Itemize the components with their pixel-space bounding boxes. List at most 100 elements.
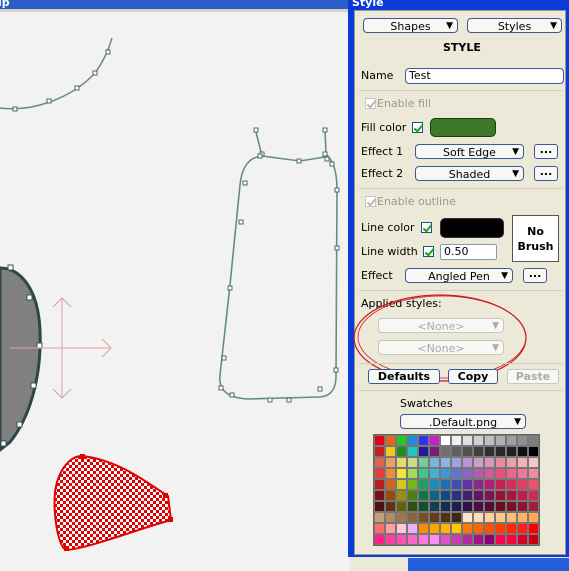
color-swatch[interactable] (374, 435, 385, 446)
color-swatch[interactable] (418, 457, 429, 468)
color-swatch[interactable] (429, 468, 440, 479)
color-swatch[interactable] (407, 479, 418, 490)
line-color-checkbox[interactable] (421, 222, 432, 233)
color-swatch[interactable] (407, 534, 418, 545)
color-swatch[interactable] (396, 457, 407, 468)
color-swatch[interactable] (407, 490, 418, 501)
color-swatch[interactable] (396, 479, 407, 490)
color-swatch[interactable] (385, 446, 396, 457)
color-swatch[interactable] (495, 534, 506, 545)
outline-effect-dropdown[interactable]: Angled Pen ▼ (405, 268, 513, 283)
color-swatch[interactable] (374, 501, 385, 512)
color-swatch[interactable] (506, 490, 517, 501)
color-swatch[interactable] (517, 435, 528, 446)
color-swatch[interactable] (484, 501, 495, 512)
color-swatch[interactable] (495, 512, 506, 523)
color-swatch[interactable] (407, 457, 418, 468)
color-swatch[interactable] (374, 534, 385, 545)
color-swatch[interactable] (440, 435, 451, 446)
color-swatch[interactable] (374, 446, 385, 457)
color-swatch[interactable] (473, 512, 484, 523)
paste-button[interactable]: Paste (507, 369, 559, 384)
color-swatch[interactable] (429, 501, 440, 512)
color-swatch[interactable] (440, 457, 451, 468)
color-swatch[interactable] (429, 479, 440, 490)
color-swatch[interactable] (451, 446, 462, 457)
color-swatch[interactable] (462, 501, 473, 512)
color-swatch[interactable] (462, 534, 473, 545)
color-swatch[interactable] (484, 523, 495, 534)
color-swatch[interactable] (495, 490, 506, 501)
color-swatch[interactable] (517, 512, 528, 523)
color-swatch[interactable] (407, 523, 418, 534)
color-swatch[interactable] (418, 446, 429, 457)
color-swatch[interactable] (396, 512, 407, 523)
color-swatch[interactable] (396, 534, 407, 545)
color-swatch[interactable] (495, 468, 506, 479)
color-swatch[interactable] (451, 512, 462, 523)
color-swatch[interactable] (429, 512, 440, 523)
color-swatch[interactable] (495, 435, 506, 446)
color-swatch[interactable] (418, 523, 429, 534)
effect1-dropdown[interactable]: Soft Edge ▼ (415, 144, 524, 159)
color-swatch[interactable] (484, 468, 495, 479)
color-swatch[interactable] (385, 490, 396, 501)
color-swatch[interactable] (440, 490, 451, 501)
shapes-dropdown[interactable]: Shapes ▼ (363, 18, 458, 33)
color-swatch[interactable] (473, 435, 484, 446)
color-swatch[interactable] (418, 534, 429, 545)
color-swatch[interactable] (440, 446, 451, 457)
color-swatch[interactable] (374, 479, 385, 490)
color-swatch[interactable] (429, 446, 440, 457)
color-swatch[interactable] (528, 457, 539, 468)
color-swatch[interactable] (440, 479, 451, 490)
color-swatch[interactable] (506, 435, 517, 446)
color-swatch[interactable] (528, 501, 539, 512)
color-swatch[interactable] (440, 523, 451, 534)
fill-color-checkbox[interactable] (412, 122, 423, 133)
color-swatch[interactable] (451, 501, 462, 512)
color-swatch[interactable] (451, 523, 462, 534)
color-swatch[interactable] (484, 435, 495, 446)
color-swatch[interactable] (418, 512, 429, 523)
enable-outline-checkbox[interactable] (365, 196, 376, 207)
color-swatch[interactable] (462, 457, 473, 468)
color-swatch[interactable] (385, 468, 396, 479)
color-swatch[interactable] (462, 435, 473, 446)
color-swatch[interactable] (528, 479, 539, 490)
color-swatch[interactable] (462, 523, 473, 534)
color-swatch[interactable] (418, 468, 429, 479)
color-swatch[interactable] (374, 490, 385, 501)
color-swatch[interactable] (451, 435, 462, 446)
color-swatch[interactable] (396, 490, 407, 501)
color-swatch[interactable] (429, 457, 440, 468)
line-color-swatch[interactable] (440, 218, 504, 238)
color-swatch[interactable] (451, 534, 462, 545)
color-swatch[interactable] (462, 446, 473, 457)
color-swatch[interactable] (440, 512, 451, 523)
color-swatch[interactable] (495, 479, 506, 490)
color-swatch[interactable] (385, 512, 396, 523)
color-swatch[interactable] (517, 534, 528, 545)
color-swatch[interactable] (462, 512, 473, 523)
effect2-dropdown[interactable]: Shaded ▼ (415, 166, 524, 181)
color-swatch[interactable] (418, 490, 429, 501)
rounded-rect-shape[interactable] (219, 129, 338, 400)
fill-color-swatch[interactable] (430, 118, 496, 137)
color-swatch[interactable] (451, 468, 462, 479)
color-swatch[interactable] (407, 501, 418, 512)
color-swatch[interactable] (473, 501, 484, 512)
color-swatch[interactable] (484, 479, 495, 490)
color-swatch[interactable] (484, 457, 495, 468)
color-swatch[interactable] (528, 446, 539, 457)
color-swatch[interactable] (407, 468, 418, 479)
color-swatch[interactable] (462, 468, 473, 479)
color-swatch[interactable] (517, 479, 528, 490)
effect2-options-button[interactable]: ... (534, 166, 558, 181)
color-swatch[interactable] (484, 446, 495, 457)
color-swatch[interactable] (451, 457, 462, 468)
color-swatch[interactable] (429, 523, 440, 534)
color-swatch[interactable] (374, 512, 385, 523)
color-swatch[interactable] (374, 457, 385, 468)
color-swatch[interactable] (495, 501, 506, 512)
